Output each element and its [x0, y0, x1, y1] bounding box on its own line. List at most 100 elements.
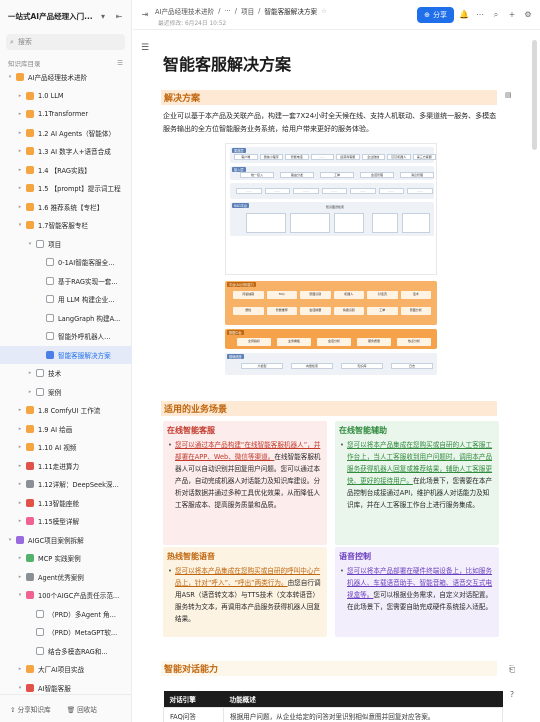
- chevron-icon[interactable]: ▸: [16, 463, 24, 469]
- folder-icon: [26, 221, 34, 229]
- diagram-box: 服务质量: [357, 338, 391, 346]
- search-input[interactable]: ⌕ 搜索: [6, 34, 125, 50]
- chevron-icon[interactable]: ▾: [6, 74, 14, 80]
- tree-item[interactable]: ▸ 1.12详解：DeepSeek深...: [0, 475, 132, 493]
- chevron-icon[interactable]: ▸: [16, 426, 24, 432]
- more-icon[interactable]: ⋯: [474, 9, 486, 21]
- tree-item[interactable]: ▾ AIGC项目案例拆解: [0, 531, 132, 549]
- tree-item[interactable]: ▸ Agent优秀案例: [0, 568, 132, 586]
- tree-item[interactable]: ▾ AI产品经理技术进阶: [0, 68, 132, 86]
- diagram-box: 智能电话: [285, 154, 309, 160]
- tree-item[interactable]: ▸ 1.5 【prompt】提示词工程: [0, 179, 132, 197]
- chevron-icon[interactable]: ▸: [16, 481, 24, 487]
- doc-icon: [36, 239, 44, 248]
- doc-icon: [46, 295, 54, 303]
- settings-icon[interactable]: ⚙: [522, 9, 534, 21]
- chevron-icon[interactable]: ▸: [16, 148, 24, 154]
- tree-item[interactable]: ▸ 1.2 AI Agents（智能体）: [0, 124, 132, 142]
- tree-item[interactable]: ▸ 技术: [0, 364, 132, 382]
- chevron-icon[interactable]: ▸: [16, 407, 24, 413]
- chevron-icon[interactable]: ▸: [26, 389, 34, 395]
- knowledge-base-title[interactable]: 一站式AI产品经理入门...: [8, 11, 93, 22]
- tree-item[interactable]: ▸ 1.3 AI 数字人+语音合成: [0, 142, 132, 160]
- breadcrumb-item[interactable]: ···: [224, 7, 230, 15]
- directory-menu-icon[interactable]: ☰: [117, 59, 123, 67]
- tree-item-label: 项目: [48, 240, 62, 249]
- chevron-icon[interactable]: ▸: [16, 555, 24, 561]
- chevron-icon[interactable]: ▸: [16, 500, 24, 506]
- share-button[interactable]: ⊕ 分享: [417, 6, 454, 23]
- chevron-icon[interactable]: ▸: [16, 518, 24, 524]
- tree-item[interactable]: LangGraph 构建A...: [0, 309, 132, 327]
- chevron-icon[interactable]: ▾: [16, 592, 24, 598]
- star-icon[interactable]: ☆: [321, 7, 327, 15]
- feedback-icon[interactable]: ⎗: [504, 662, 520, 678]
- tree-item[interactable]: ▾ 1.7智能客服专栏: [0, 216, 132, 234]
- bell-icon[interactable]: 🔔: [458, 9, 470, 21]
- scrollbar[interactable]: [532, 40, 537, 150]
- tree-item[interactable]: ▸ 大厂AI项目实战: [0, 660, 132, 678]
- tree-item[interactable]: ▸ 1.4 【RAG实践】: [0, 161, 132, 179]
- tree-item[interactable]: ▸ 1.15模型详解: [0, 512, 132, 530]
- comment-icon[interactable]: ▤: [505, 91, 512, 99]
- chevron-icon[interactable]: ▸: [16, 185, 24, 191]
- diagram-box: ······: [264, 188, 290, 194]
- tree-item[interactable]: ▾ 项目: [0, 235, 132, 253]
- tree-item-label: AI智能客服: [38, 684, 71, 693]
- trash-button[interactable]: 🗑 回收站: [67, 704, 97, 714]
- chevron-icon[interactable]: ▸: [16, 204, 24, 210]
- chevron-icon[interactable]: ▾: [16, 222, 24, 228]
- outline-icon[interactable]: ☰: [141, 43, 149, 53]
- tree-item[interactable]: 智能客服解决方案: [0, 345, 132, 364]
- doc-icon: [36, 646, 44, 655]
- tree-item[interactable]: ▸ 1.6 推荐系统【专栏】: [0, 198, 132, 216]
- section-heading: 智能对话能力: [161, 661, 497, 676]
- breadcrumb-item[interactable]: 项目: [241, 6, 254, 16]
- chevron-icon[interactable]: ▸: [16, 574, 24, 580]
- diagram-box: 统一接入: [240, 172, 274, 178]
- expand-sidebar-icon[interactable]: ⇥: [139, 9, 151, 21]
- tree-item[interactable]: 结合多模态RAG和...: [0, 642, 132, 660]
- chevron-icon[interactable]: ▾: [16, 685, 24, 691]
- tree-item[interactable]: ▾ 100个AIGC产品责任示范...: [0, 586, 132, 604]
- tree-item[interactable]: ▸ 1.11走进算力: [0, 457, 132, 475]
- chevron-icon[interactable]: ▸: [16, 666, 24, 672]
- tree-item[interactable]: ▸ 1.13智能座舱: [0, 494, 132, 512]
- tree-item[interactable]: （PRD）多Agent 角...: [0, 605, 132, 623]
- tree-item[interactable]: ▸ 1.10 AI 视频: [0, 438, 132, 456]
- tree-item[interactable]: 0-1AI智能客服全...: [0, 253, 132, 271]
- add-icon[interactable]: +: [506, 9, 518, 21]
- tree-item[interactable]: ▸ 案例: [0, 383, 132, 401]
- chevron-icon[interactable]: ▾: [26, 241, 34, 247]
- tree-item-label: AIGC项目案例拆解: [28, 536, 84, 545]
- chevron-icon[interactable]: ▸: [16, 111, 24, 117]
- tree-item[interactable]: （PRD）MetaGPT软...: [0, 623, 132, 641]
- chevron-icon[interactable]: ▸: [16, 130, 24, 136]
- chevron-icon[interactable]: ▸: [16, 93, 24, 99]
- tree-item[interactable]: 基于RAG实现一套...: [0, 272, 132, 290]
- doc-icon: [36, 609, 44, 618]
- breadcrumb-item[interactable]: AI产品经理技术进阶: [155, 6, 214, 16]
- share-kb-button[interactable]: ⇪ 分享知识库: [10, 704, 51, 714]
- chevron-icon[interactable]: ▸: [16, 444, 24, 450]
- tree-item[interactable]: ▸ 1.8 ComfyUI 工作流: [0, 401, 132, 419]
- diagram-box: 情绪识别: [333, 307, 364, 315]
- tree-item[interactable]: 用 LLM 构建企业...: [0, 290, 132, 308]
- help-icon[interactable]: ?: [504, 686, 520, 702]
- tree-item[interactable]: ▸ MCP 实践案例: [0, 549, 132, 567]
- tree-item[interactable]: 智能外呼机器人...: [0, 327, 132, 345]
- tree-item[interactable]: ▸ 1.1Transformer: [0, 105, 132, 123]
- tree-item[interactable]: ▾ AI智能客服: [0, 679, 132, 695]
- chevron-down-icon[interactable]: ▾: [97, 10, 109, 22]
- diagram-box: 路由分发: [280, 172, 314, 178]
- robot-icon: [26, 572, 34, 581]
- chevron-icon[interactable]: ▸: [16, 167, 24, 173]
- star-icon: [26, 591, 34, 599]
- collapse-sidebar-icon[interactable]: ⇤: [113, 10, 125, 22]
- search-icon[interactable]: ⌕: [490, 9, 502, 21]
- tree-item[interactable]: ▸ 1.0 LLM: [0, 87, 132, 105]
- chevron-icon[interactable]: ▸: [26, 370, 34, 376]
- diagram-row-access: 接入层 统一接入 路由分发 工单 会话管理 消息管理: [230, 166, 434, 180]
- tree-item[interactable]: ▸ 1.9 AI 绘画: [0, 420, 132, 438]
- chevron-icon[interactable]: ▾: [6, 537, 14, 543]
